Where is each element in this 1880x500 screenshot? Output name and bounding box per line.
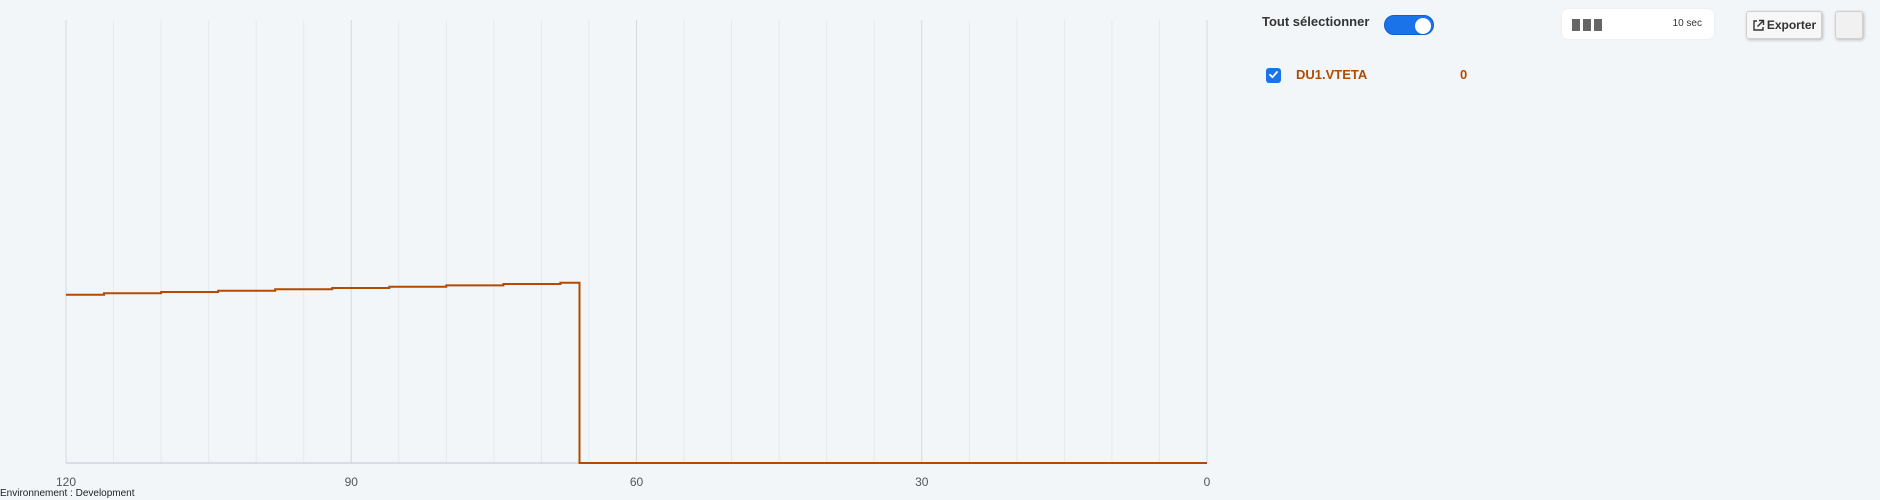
refresh-period-selector[interactable]: 10 sec: [1562, 9, 1714, 39]
select-all-label: Tout sélectionner: [1262, 14, 1370, 29]
environment-label: Environnement : Development: [0, 488, 135, 499]
series-checkbox[interactable]: [1266, 68, 1281, 83]
external-link-icon: [1752, 19, 1765, 32]
x-tick-label: 90: [345, 475, 359, 489]
period-value: 10 sec: [1672, 18, 1702, 29]
export-button[interactable]: Exporter: [1746, 11, 1822, 39]
app-window: 120 90 60 30 0 Environnement : Development T…: [0, 0, 1880, 500]
checkmark-icon: [1268, 67, 1279, 85]
options-button[interactable]: [1835, 11, 1863, 39]
period-bars-icon: [1572, 19, 1602, 31]
x-tick-label: 30: [915, 475, 929, 489]
series-list-item: DU1.VTETA 0: [1266, 64, 1486, 88]
x-tick-label: 0: [1204, 475, 1211, 489]
series-current-value: 0: [1460, 67, 1468, 82]
toggle-knob: [1415, 18, 1431, 34]
x-tick-label: 120: [56, 475, 76, 489]
select-all-toggle[interactable]: [1384, 15, 1434, 35]
series-name: DU1.VTETA: [1296, 67, 1368, 82]
trend-chart: 120 90 60 30 0: [56, 20, 1211, 489]
x-tick-label: 60: [630, 475, 644, 489]
export-button-label: Exporter: [1766, 18, 1817, 32]
